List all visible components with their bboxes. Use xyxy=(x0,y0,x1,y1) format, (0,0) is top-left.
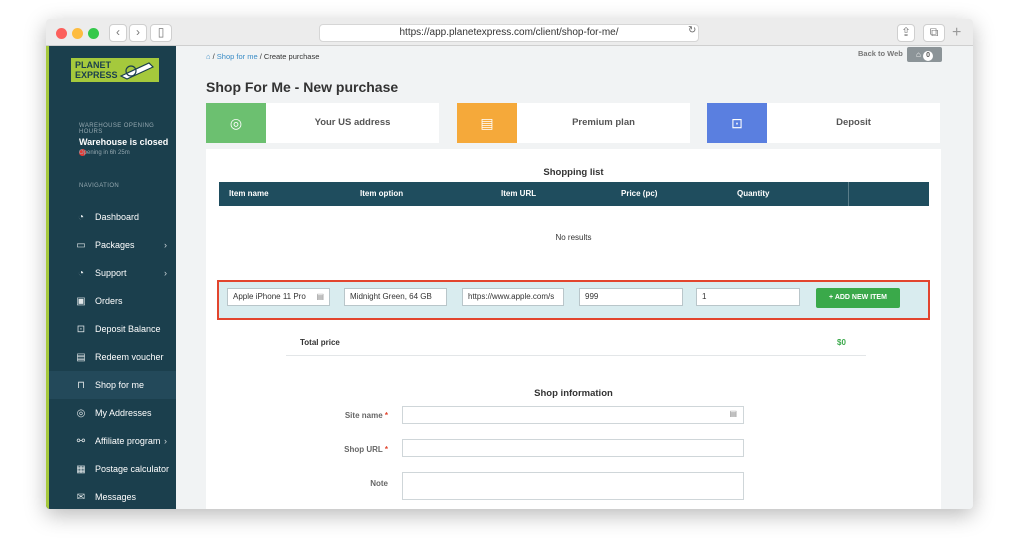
planet-express-logo[interactable]: PLANET EXPRESS xyxy=(71,58,159,82)
browser-titlebar: ‹ › ▯ https://app.planetexpress.com/clie… xyxy=(46,19,973,46)
address-bar[interactable]: https://app.planetexpress.com/client/sho… xyxy=(319,24,699,42)
chevron-right-icon: › xyxy=(164,240,167,250)
affiliate-icon: ⚯ xyxy=(76,435,86,447)
notifications-button[interactable]: ⌂ 0 xyxy=(907,47,942,62)
sidebar-item-affiliate-program[interactable]: ⚯ Affiliate program › xyxy=(49,427,176,455)
shop-information-heading: Shop information xyxy=(534,388,613,399)
orders-icon: ▣ xyxy=(76,295,86,307)
column-item-name: Item name xyxy=(229,189,269,198)
shopping-list-table-header: Item name Item option Item URL Price (pc… xyxy=(219,182,929,206)
bell-icon: ⌂ xyxy=(915,50,921,59)
chevron-right-icon: › xyxy=(164,268,167,278)
column-price: Price (pc) xyxy=(621,189,658,198)
nav-heading: NAVIGATION xyxy=(79,183,120,189)
location-pin-icon: ◎ xyxy=(76,407,86,419)
column-item-url: Item URL xyxy=(501,189,537,198)
sidebar-item-redeem-voucher[interactable]: ▤ Redeem voucher xyxy=(49,343,176,371)
hours-heading: WAREHOUSE OPENING HOURS xyxy=(79,123,155,135)
sidebar-item-my-addresses[interactable]: ◎ My Addresses xyxy=(49,399,176,427)
support-icon: ◔ xyxy=(77,267,85,279)
premium-plan-card[interactable]: ▤ Premium plan xyxy=(457,103,690,143)
forward-arrow-icon[interactable]: › xyxy=(129,24,147,42)
autofill-icon: ▤ xyxy=(729,409,737,418)
sidebar-toggle-icon[interactable]: ▯ xyxy=(150,24,172,42)
note-label: Note xyxy=(370,479,388,488)
column-item-option: Item option xyxy=(360,189,404,198)
notification-count-badge: 0 xyxy=(923,51,934,61)
close-window-button[interactable] xyxy=(56,28,67,39)
page-title: Shop For Me - New purchase xyxy=(206,79,399,95)
us-address-card[interactable]: ◎ Your US address xyxy=(206,103,439,143)
purchase-panel: Shopping list Item name Item option Item… xyxy=(206,149,941,509)
shop-url-input[interactable] xyxy=(402,439,744,457)
sidebar-item-packages[interactable]: ▭ Packages › xyxy=(49,231,176,259)
share-icon[interactable]: ⇪ xyxy=(897,24,915,42)
deposit-card[interactable]: ⊡ Deposit xyxy=(707,103,940,143)
note-textarea[interactable] xyxy=(402,472,744,500)
autofill-icon: ▤ xyxy=(316,292,324,301)
opening-time: Opening in 6h 25m xyxy=(79,150,130,156)
item-url-input[interactable]: https://www.apple.com/s xyxy=(462,288,564,306)
price-input[interactable]: 999 xyxy=(579,288,683,306)
deposit-icon: ⊡ xyxy=(76,323,86,335)
column-divider xyxy=(848,182,849,206)
tabs-icon[interactable]: ⧉ xyxy=(923,24,945,42)
breadcrumb-current: Create purchase xyxy=(263,52,320,61)
deposit-icon: ⊡ xyxy=(707,103,767,143)
svg-text:EXPRESS: EXPRESS xyxy=(75,70,118,80)
sidebar-item-messages[interactable]: ✉ Messages xyxy=(49,483,176,509)
sidebar-item-deposit-balance[interactable]: ⊡ Deposit Balance xyxy=(49,315,176,343)
no-results-text: No results xyxy=(555,233,592,242)
svg-text:PLANET: PLANET xyxy=(75,60,112,70)
voucher-icon: ▤ xyxy=(76,351,86,363)
package-icon: ▭ xyxy=(76,239,86,251)
shopping-list-heading: Shopping list xyxy=(543,167,604,178)
sidebar-item-postage-calculator[interactable]: ▦ Postage calculator xyxy=(49,455,176,483)
clipboard-icon: ▤ xyxy=(457,103,517,143)
sidebar: PLANET EXPRESS WAREHOUSE OPENING HOURS W… xyxy=(46,46,176,509)
minimize-window-button[interactable] xyxy=(72,28,83,39)
reload-icon[interactable]: ↻ xyxy=(688,25,696,36)
home-icon[interactable]: ⌂ xyxy=(206,52,211,61)
add-new-item-button[interactable]: + ADD NEW ITEM xyxy=(816,288,900,308)
sidebar-item-dashboard[interactable]: ◔ Dashboard xyxy=(49,203,176,231)
site-name-input[interactable]: ▤ xyxy=(402,406,744,424)
back-arrow-icon[interactable]: ‹ xyxy=(109,24,127,42)
shopping-bag-icon: ⊓ xyxy=(77,379,85,391)
breadcrumb: ⌂ / Shop for me / Create purchase xyxy=(206,52,320,61)
required-asterisk: * xyxy=(384,445,388,454)
sidebar-item-orders[interactable]: ▣ Orders xyxy=(49,287,176,315)
item-name-input[interactable]: Apple iPhone 11 Pro ▤ xyxy=(227,288,330,306)
browser-window: ‹ › ▯ https://app.planetexpress.com/clie… xyxy=(46,19,973,509)
shop-url-label: Shop URL * xyxy=(344,445,388,454)
required-asterisk: * xyxy=(384,411,388,420)
sidebar-item-shop-for-me[interactable]: ⊓ Shop for me xyxy=(49,371,176,399)
divider xyxy=(286,355,866,356)
item-option-input[interactable]: Midnight Green, 64 GB xyxy=(344,288,447,306)
main-content: ⌂ / Shop for me / Create purchase Back t… xyxy=(176,46,973,509)
site-name-label: Site name * xyxy=(344,411,388,420)
new-tab-icon[interactable]: + xyxy=(952,25,961,41)
total-price-label: Total price xyxy=(300,338,340,347)
location-pin-icon: ◎ xyxy=(206,103,266,143)
column-quantity: Quantity xyxy=(737,189,770,198)
chevron-right-icon: › xyxy=(164,436,167,446)
calculator-icon: ▦ xyxy=(76,463,86,475)
breadcrumb-shop-for-me[interactable]: Shop for me xyxy=(217,52,258,61)
mail-icon: ✉ xyxy=(76,491,86,503)
dashboard-icon: ◔ xyxy=(77,211,85,223)
quantity-input[interactable]: 1 xyxy=(696,288,800,306)
warehouse-status-text: Warehouse is closed xyxy=(79,137,169,147)
total-price-value: $0 xyxy=(837,338,846,347)
sidebar-item-support[interactable]: ◔ Support › xyxy=(49,259,176,287)
new-item-row: Apple iPhone 11 Pro ▤ Midnight Green, 64… xyxy=(217,280,930,320)
back-to-web-link[interactable]: Back to Web xyxy=(858,49,903,58)
zoom-window-button[interactable] xyxy=(88,28,99,39)
